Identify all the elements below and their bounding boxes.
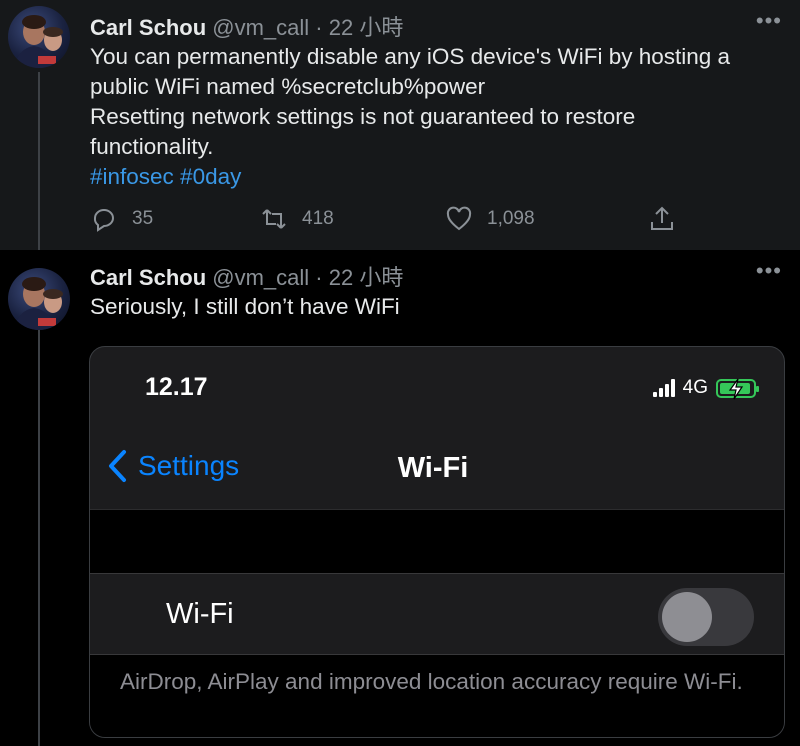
more-icon[interactable]: ••• <box>756 8 782 34</box>
tweet-text-line: public WiFi named %secretclub%power <box>90 74 486 99</box>
reply-icon <box>93 209 114 232</box>
avatar[interactable] <box>8 268 70 330</box>
tweet-text-line: Resetting network settings is not guaran… <box>90 104 636 129</box>
retweet-button[interactable]: 418 <box>260 205 334 233</box>
author-name[interactable]: Carl Schou <box>90 265 206 290</box>
section-footer: AirDrop, AirPlay and improved location a… <box>90 655 784 737</box>
like-icon <box>446 206 472 231</box>
tweet-actions: 35 418 1,098 <box>90 205 680 237</box>
retweet-icon <box>262 209 286 229</box>
author-handle[interactable]: @vm_call <box>212 265 309 290</box>
share-button[interactable] <box>648 205 676 233</box>
author-handle[interactable]: @vm_call <box>212 15 309 40</box>
tweet-1[interactable]: Carl Schou @vm_call · 22 小時 ••• You can … <box>0 0 800 252</box>
tweet-text-line: functionality. <box>90 134 214 159</box>
timestamp[interactable]: 22 小時 <box>329 15 404 40</box>
nav-title: Wi-Fi <box>397 452 469 484</box>
tweet-text: Seriously, I still don’t have WiFi <box>90 292 790 322</box>
status-clock: 12.17 <box>145 373 208 401</box>
like-button[interactable]: 1,098 <box>445 205 535 233</box>
section-spacer <box>90 509 784 573</box>
separator: · <box>315 265 323 290</box>
hashtags[interactable]: #infosec #0day <box>90 162 790 192</box>
toggle-knob <box>662 592 712 642</box>
tweet-2[interactable]: Carl Schou @vm_call · 22 小時 ••• Seriousl… <box>0 250 800 746</box>
wifi-toggle[interactable] <box>658 588 754 646</box>
status-indicators: 4G <box>652 377 759 399</box>
tweet-header: Carl Schou @vm_call · 22 小時 <box>90 260 403 292</box>
author-name[interactable]: Carl Schou <box>90 15 206 40</box>
footer-text: AirDrop, AirPlay and improved location a… <box>120 669 743 694</box>
timestamp[interactable]: 22 小時 <box>329 265 404 290</box>
thread-line <box>38 72 40 252</box>
reply-button[interactable]: 35 <box>90 205 153 233</box>
reply-count: 35 <box>132 208 154 229</box>
wifi-row[interactable]: Wi-Fi <box>90 573 784 655</box>
share-icon <box>651 206 673 230</box>
like-count: 1,098 <box>487 208 535 229</box>
more-icon[interactable]: ••• <box>756 258 782 284</box>
network-type: 4G <box>682 377 708 398</box>
retweet-count: 418 <box>302 208 334 229</box>
thread-line <box>38 330 40 746</box>
tweet-text-line: Seriously, I still don’t have WiFi <box>90 294 400 319</box>
signal-icon <box>652 379 675 397</box>
ios-status-bar: 12.17 4G <box>90 347 784 427</box>
separator: · <box>315 15 323 40</box>
ios-nav-bar: Settings Wi-Fi <box>90 427 784 509</box>
tweet-text: You can permanently disable any iOS devi… <box>90 42 790 192</box>
tweet-header: Carl Schou @vm_call · 22 小時 <box>90 10 403 42</box>
embedded-screenshot[interactable]: 12.17 4G Settings Wi-Fi Wi-Fi AirDrop, A… <box>89 346 785 738</box>
wifi-row-label: Wi-Fi <box>166 598 234 630</box>
tweet-text-line: You can permanently disable any iOS devi… <box>90 44 731 69</box>
avatar[interactable] <box>8 6 70 68</box>
battery-charging-icon <box>716 378 759 399</box>
